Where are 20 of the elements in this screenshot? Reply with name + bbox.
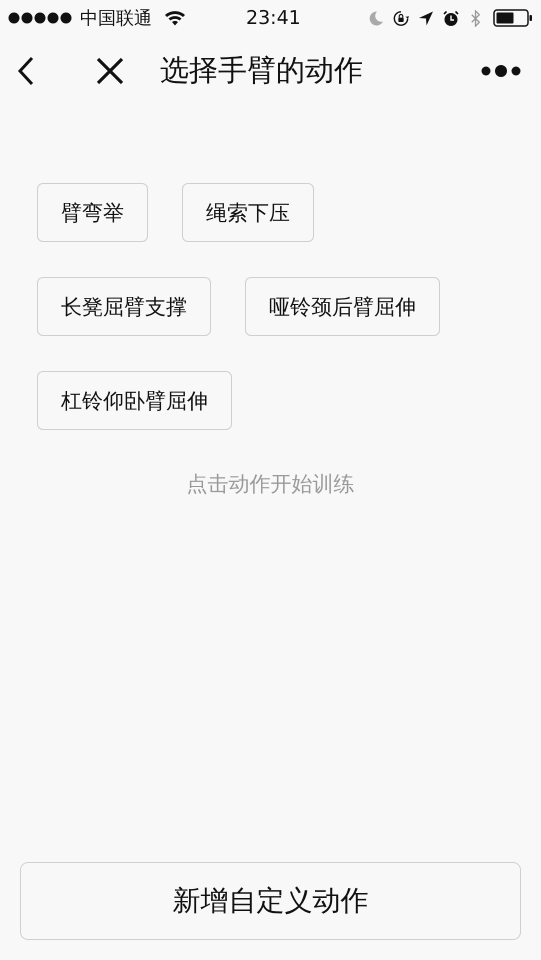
page-title: 选择手臂的动作	[160, 52, 364, 89]
alarm-icon	[443, 10, 459, 26]
carrier-name: 中国联通	[80, 7, 152, 30]
action-button[interactable]: 长凳屈臂支撑	[37, 277, 211, 336]
back-icon[interactable]	[16, 56, 36, 86]
action-button[interactable]: 哑铃颈后臂屈伸	[245, 277, 440, 336]
add-custom-action-button[interactable]: 新增自定义动作	[20, 862, 521, 940]
action-button[interactable]: 杠铃仰卧臂屈伸	[37, 371, 232, 430]
battery-icon	[493, 9, 533, 27]
clock-time: 23:41	[246, 7, 301, 29]
action-button[interactable]: 绳索下压	[182, 183, 314, 242]
rotation-lock-icon	[393, 10, 409, 26]
moon-icon	[368, 10, 384, 26]
signal-icon	[8, 12, 74, 24]
more-icon[interactable]	[481, 64, 521, 78]
wifi-icon	[164, 10, 186, 26]
location-arrow-icon	[418, 10, 434, 26]
hint-text: 点击动作开始训练	[186, 471, 356, 498]
close-icon[interactable]	[96, 57, 124, 85]
action-button[interactable]: 臂弯举	[37, 183, 148, 242]
